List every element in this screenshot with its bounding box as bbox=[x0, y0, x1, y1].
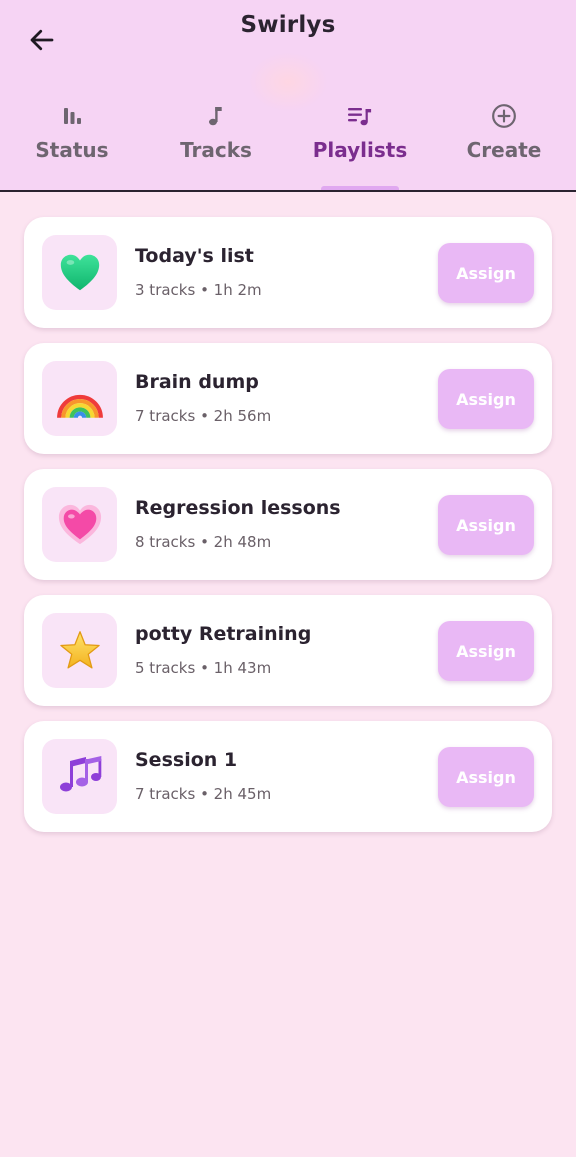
music-notes-icon bbox=[59, 755, 101, 791]
tab-playlists[interactable]: Playlists bbox=[288, 96, 432, 190]
tab-status[interactable]: Status bbox=[0, 96, 144, 190]
app-title: Swirlys bbox=[240, 12, 336, 38]
playlist-name: Regression lessons bbox=[135, 497, 341, 519]
playlist-card[interactable]: Today's list 3 tracks • 1h 2m Assign bbox=[24, 217, 552, 328]
queue-music-icon bbox=[346, 102, 374, 130]
playlist-thumbnail bbox=[42, 487, 117, 562]
star-icon bbox=[59, 630, 100, 669]
playlist-thumbnail bbox=[42, 613, 117, 688]
playlist-name: Session 1 bbox=[135, 749, 238, 771]
tab-bar: Status Tracks Playlists Create bbox=[0, 96, 576, 190]
tab-tracks-label: Tracks bbox=[180, 138, 252, 162]
playlist-card[interactable]: Brain dump 7 tracks • 2h 56m Assign bbox=[24, 343, 552, 454]
tab-tracks[interactable]: Tracks bbox=[144, 96, 288, 190]
playlist-meta: 5 tracks • 1h 43m bbox=[135, 659, 272, 677]
tab-playlists-label: Playlists bbox=[312, 138, 408, 162]
playlist-thumbnail bbox=[42, 235, 117, 310]
playlist-card[interactable]: potty Retraining 5 tracks • 1h 43m Assig… bbox=[24, 595, 552, 706]
assign-button[interactable]: Assign bbox=[438, 369, 534, 429]
playlist-name: Brain dump bbox=[135, 371, 259, 393]
tab-status-label: Status bbox=[35, 138, 109, 162]
playlist-thumbnail bbox=[42, 739, 117, 814]
assign-button[interactable]: Assign bbox=[438, 621, 534, 681]
assign-button[interactable]: Assign bbox=[438, 243, 534, 303]
playlist-list: Today's list 3 tracks • 1h 2m Assign Bra… bbox=[24, 217, 552, 847]
playlist-meta: 7 tracks • 2h 45m bbox=[135, 785, 272, 803]
music-note-icon bbox=[202, 102, 230, 130]
sparkling-heart-icon bbox=[58, 504, 101, 544]
assign-button[interactable]: Assign bbox=[438, 495, 534, 555]
playlist-name: potty Retraining bbox=[135, 623, 312, 645]
app-header: Swirlys Status Tracks Playlists Create bbox=[0, 0, 576, 192]
playlist-card[interactable]: Regression lessons 8 tracks • 2h 48m Ass… bbox=[24, 469, 552, 580]
bar-chart-icon bbox=[58, 102, 86, 130]
tab-create[interactable]: Create bbox=[432, 96, 576, 190]
add-circle-icon bbox=[490, 102, 518, 130]
playlist-meta: 3 tracks • 1h 2m bbox=[135, 281, 262, 299]
playlist-meta: 8 tracks • 2h 48m bbox=[135, 533, 272, 551]
rainbow-icon bbox=[56, 394, 103, 418]
tab-create-label: Create bbox=[466, 138, 542, 162]
tab-active-indicator bbox=[321, 186, 399, 190]
green-heart-icon bbox=[60, 254, 99, 290]
assign-button[interactable]: Assign bbox=[438, 747, 534, 807]
playlist-name: Today's list bbox=[135, 245, 254, 267]
playlist-card[interactable]: Session 1 7 tracks • 2h 45m Assign bbox=[24, 721, 552, 832]
playlist-thumbnail bbox=[42, 361, 117, 436]
playlist-meta: 7 tracks • 2h 56m bbox=[135, 407, 272, 425]
